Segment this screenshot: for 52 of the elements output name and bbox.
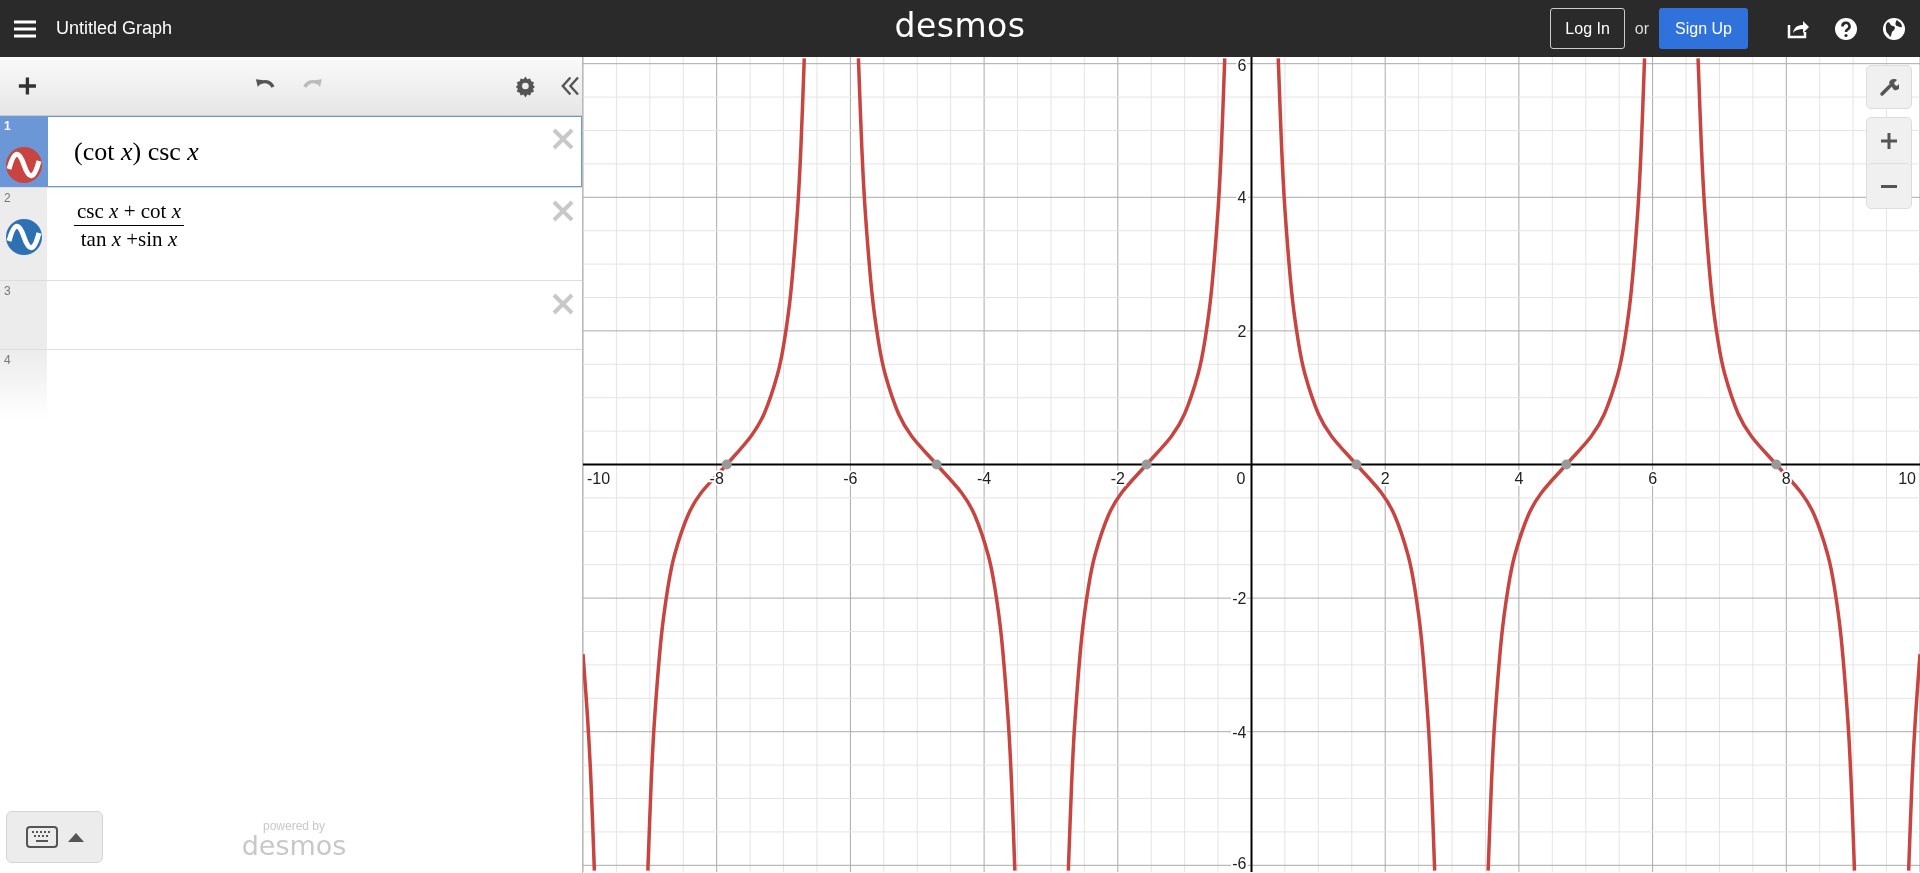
expression-number: 2: [4, 191, 11, 205]
axis-tick-label: -6: [843, 469, 858, 487]
axis-tick-label: 6: [1648, 469, 1658, 487]
help-icon[interactable]: [1834, 16, 1858, 41]
intercept-point[interactable]: [1351, 459, 1362, 470]
or-text: or: [1634, 19, 1650, 38]
expression-number-tab[interactable]: 2: [0, 188, 47, 280]
axis-tick-label: 2: [1380, 469, 1390, 487]
function-wave-icon[interactable]: [4, 218, 43, 256]
axis-tick-label: 6: [1237, 57, 1247, 74]
axis-tick-label: 2: [1237, 322, 1247, 340]
expression-field[interactable]: (cot x) csc x: [47, 116, 582, 187]
intercept-point[interactable]: [1561, 459, 1572, 470]
wrench-icon: [1879, 77, 1899, 97]
expression-number: 4: [4, 353, 11, 367]
keyboard-toggle-button[interactable]: [6, 811, 103, 863]
graph-settings-button[interactable]: [1866, 65, 1912, 109]
graph-title[interactable]: Untitled Graph: [56, 18, 173, 39]
menu-icon[interactable]: [14, 19, 36, 38]
axis-tick-label: -4: [977, 469, 992, 487]
function-wave-icon[interactable]: [4, 146, 43, 184]
intercept-point[interactable]: [1771, 459, 1782, 470]
intercept-point[interactable]: [1141, 459, 1152, 470]
math-expression: (cot x) csc x: [74, 136, 199, 167]
add-icon[interactable]: [16, 74, 39, 98]
minus-icon: [1881, 184, 1897, 188]
expression-field[interactable]: csc x + cot x tan x +sin x: [47, 188, 582, 280]
login-button[interactable]: Log In: [1550, 8, 1625, 49]
expression-number-tab[interactable]: 3: [0, 281, 47, 349]
intercept-point[interactable]: [721, 459, 732, 470]
axis-tick-label: -2: [1110, 469, 1125, 487]
keyboard-icon: [25, 826, 58, 848]
fraction-numerator: csc x + cot x: [74, 198, 184, 226]
app-logo[interactable]: desmos: [894, 6, 1026, 45]
axis-tick-label: -10: [587, 469, 611, 487]
axis-tick-label: 4: [1237, 189, 1247, 207]
signup-button[interactable]: Sign Up: [1659, 8, 1748, 49]
expression-number-tab[interactable]: 1: [0, 116, 47, 187]
axis-tick-label: -4: [1232, 723, 1247, 741]
axis-tick-label: 4: [1514, 469, 1524, 487]
plus-icon: [1881, 132, 1897, 149]
axis-tick-label: -2: [1232, 590, 1247, 608]
caret-up-icon: [67, 832, 84, 842]
intercept-point[interactable]: [931, 459, 942, 470]
axis-tick-label: -6: [1232, 855, 1247, 872]
fraction-denominator: tan x +sin x: [80, 225, 178, 252]
expression-number: 1: [4, 119, 11, 133]
collapse-icon[interactable]: [559, 74, 582, 98]
axis-tick-label: 10: [1898, 469, 1916, 487]
globe-icon[interactable]: [1882, 16, 1906, 41]
axis-tick-label: 0: [1236, 469, 1246, 487]
expression-number: 3: [4, 284, 11, 298]
